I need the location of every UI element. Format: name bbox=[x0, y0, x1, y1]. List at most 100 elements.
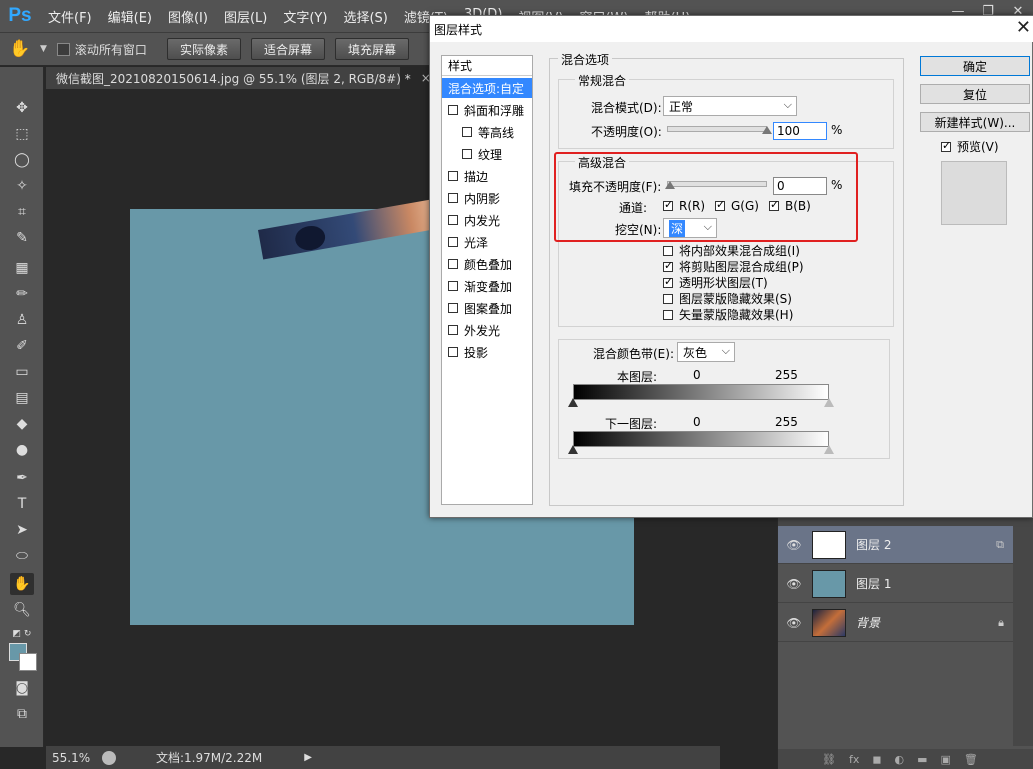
style-item[interactable]: 渐变叠加 bbox=[442, 276, 532, 296]
status-expand-icon[interactable]: ▶ bbox=[304, 752, 312, 763]
layer-row-2[interactable]: 👁︎ 图层 2 ⧉ bbox=[778, 526, 1014, 564]
magic-wand-tool-icon[interactable]: ✧ bbox=[10, 175, 34, 197]
style-item[interactable]: 图案叠加 bbox=[442, 298, 532, 318]
crop-tool-icon[interactable]: ⌗ bbox=[10, 201, 34, 223]
actual-pixels-button[interactable]: 实际像素 bbox=[166, 38, 241, 60]
layer-style-icon[interactable]: ⧉ bbox=[996, 538, 1004, 552]
hand-tool-active-icon[interactable]: ✋ bbox=[10, 573, 34, 595]
advanced-option-checkbox[interactable]: 将剪贴图层混合成组(P) bbox=[663, 258, 804, 275]
menu-item[interactable]: 图层(L) bbox=[216, 7, 275, 26]
blur-tool-icon[interactable]: ◆ bbox=[10, 413, 34, 435]
style-item[interactable]: 内阴影 bbox=[442, 188, 532, 208]
zoom-tool-icon[interactable]: 🔍︎ bbox=[10, 599, 34, 621]
style-checkbox[interactable] bbox=[448, 215, 458, 225]
clone-stamp-tool-icon[interactable]: ♙ bbox=[10, 309, 34, 331]
style-item[interactable]: 颜色叠加 bbox=[442, 254, 532, 274]
history-brush-tool-icon[interactable]: ✐ bbox=[10, 335, 34, 357]
preview-checkbox[interactable]: 预览(V) bbox=[941, 138, 999, 155]
fit-screen-button[interactable]: 适合屏幕 bbox=[250, 38, 325, 60]
option-check[interactable] bbox=[663, 275, 673, 288]
style-item[interactable]: 外发光 bbox=[442, 320, 532, 340]
dialog-title-bar[interactable]: 图层样式 ✕ bbox=[430, 16, 1033, 42]
menu-item[interactable]: 选择(S) bbox=[335, 7, 395, 26]
reset-button[interactable]: 复位 bbox=[920, 84, 1030, 104]
advanced-option-checkbox[interactable]: 透明形状图层(T) bbox=[663, 274, 768, 291]
document-tab[interactable]: 微信截图_20210820150614.jpg @ 55.1% (图层 2, R… bbox=[46, 67, 431, 89]
style-item[interactable]: 投影 bbox=[442, 342, 532, 362]
blend-mode-select[interactable]: 正常 ⌵ bbox=[663, 96, 797, 116]
style-checkbox[interactable] bbox=[448, 347, 458, 357]
style-item[interactable]: 纹理 bbox=[442, 144, 532, 164]
link-layers-icon[interactable]: ⛓ bbox=[822, 753, 836, 766]
type-tool-icon[interactable]: T bbox=[10, 493, 34, 515]
style-item[interactable]: 混合选项:自定 bbox=[442, 78, 532, 98]
option-check[interactable] bbox=[663, 309, 673, 320]
style-item[interactable]: 光泽 bbox=[442, 232, 532, 252]
option-check[interactable] bbox=[663, 259, 673, 272]
styles-header[interactable]: 样式 bbox=[442, 56, 532, 76]
ok-button[interactable]: 确定 bbox=[920, 56, 1030, 76]
layer-row-background[interactable]: 👁︎ 背景 🔒︎ bbox=[778, 604, 1014, 642]
style-checkbox[interactable] bbox=[448, 259, 458, 269]
underlying-white-slider[interactable] bbox=[824, 445, 834, 454]
add-mask-icon[interactable]: ◼ bbox=[872, 753, 881, 766]
underlying-black-slider[interactable] bbox=[568, 445, 578, 454]
eyedropper-tool-icon[interactable]: ✎ bbox=[10, 227, 34, 249]
lasso-tool-icon[interactable]: ◯ bbox=[10, 149, 34, 171]
healing-brush-tool-icon[interactable]: ▦ bbox=[10, 257, 34, 279]
layers-scrollbar[interactable] bbox=[1013, 526, 1033, 746]
path-selection-tool-icon[interactable]: ➤ bbox=[10, 519, 34, 541]
ellipse-tool-icon[interactable]: ⬭ bbox=[10, 545, 34, 567]
visibility-eye-icon[interactable]: 👁︎ bbox=[778, 616, 810, 630]
style-checkbox[interactable] bbox=[448, 105, 458, 115]
background-color-swatch[interactable] bbox=[19, 653, 37, 671]
visibility-eye-icon[interactable]: 👁︎ bbox=[778, 538, 810, 552]
style-checkbox[interactable] bbox=[448, 237, 458, 247]
layer-row-1[interactable]: 👁︎ 图层 1 bbox=[778, 565, 1014, 603]
option-check[interactable] bbox=[663, 245, 673, 256]
opacity-slider[interactable] bbox=[667, 126, 767, 132]
hand-tool-icon[interactable]: ✋ bbox=[0, 39, 40, 59]
opacity-input[interactable]: 100 bbox=[773, 122, 827, 140]
visibility-eye-icon[interactable]: 👁︎ bbox=[778, 577, 810, 591]
option-check[interactable] bbox=[663, 293, 673, 304]
advanced-option-checkbox[interactable]: 矢量蒙版隐藏效果(H) bbox=[663, 306, 793, 323]
delete-layer-icon[interactable]: 🗑 bbox=[964, 753, 978, 766]
fx-icon[interactable]: fx bbox=[849, 753, 859, 766]
layer-name[interactable]: 背景 bbox=[856, 614, 976, 631]
status-menu-icon[interactable] bbox=[102, 750, 116, 765]
zoom-level[interactable]: 55.1% bbox=[46, 751, 98, 765]
style-checkbox[interactable] bbox=[448, 171, 458, 181]
style-checkbox[interactable] bbox=[462, 149, 472, 159]
layer-name[interactable]: 图层 1 bbox=[856, 575, 976, 592]
blend-if-select[interactable]: 灰色 ⌵ bbox=[677, 342, 735, 362]
layer-name[interactable]: 图层 2 bbox=[856, 536, 976, 553]
gradient-tool-icon[interactable]: ▤ bbox=[10, 387, 34, 409]
scroll-all-checkbox[interactable] bbox=[56, 42, 70, 56]
advanced-option-checkbox[interactable]: 将内部效果混合成组(I) bbox=[663, 242, 800, 259]
screen-mode-icon[interactable]: ⧉ bbox=[10, 703, 34, 725]
style-item[interactable]: 内发光 bbox=[442, 210, 532, 230]
marquee-tool-icon[interactable]: ⬚ bbox=[10, 123, 34, 145]
quick-mask-icon[interactable]: ◙ bbox=[10, 677, 34, 699]
opacity-slider-thumb[interactable] bbox=[762, 126, 772, 134]
style-item[interactable]: 斜面和浮雕 bbox=[442, 100, 532, 120]
menu-item[interactable]: 图像(I) bbox=[160, 7, 216, 26]
menu-item[interactable]: 编辑(E) bbox=[100, 7, 160, 26]
this-layer-white-slider[interactable] bbox=[824, 398, 834, 407]
dodge-tool-icon[interactable]: ● bbox=[10, 439, 34, 461]
default-colors-icon[interactable]: ◩ ↻ bbox=[10, 623, 34, 645]
style-item[interactable]: 等高线 bbox=[442, 122, 532, 142]
this-layer-black-slider[interactable] bbox=[568, 398, 578, 407]
style-checkbox[interactable] bbox=[448, 281, 458, 291]
adjustment-layer-icon[interactable]: ◐ bbox=[895, 753, 905, 766]
new-layer-icon[interactable]: ▣ bbox=[941, 753, 951, 766]
advanced-option-checkbox[interactable]: 图层蒙版隐藏效果(S) bbox=[663, 290, 792, 307]
new-style-button[interactable]: 新建样式(W)... bbox=[920, 112, 1030, 132]
style-checkbox[interactable] bbox=[448, 325, 458, 335]
move-tool-icon[interactable]: ✥ bbox=[10, 97, 34, 119]
menu-item[interactable]: 文字(Y) bbox=[275, 7, 335, 26]
pen-tool-icon[interactable]: ✒ bbox=[10, 467, 34, 489]
eraser-tool-icon[interactable]: ▭ bbox=[10, 361, 34, 383]
fill-screen-button[interactable]: 填充屏幕 bbox=[334, 38, 409, 60]
